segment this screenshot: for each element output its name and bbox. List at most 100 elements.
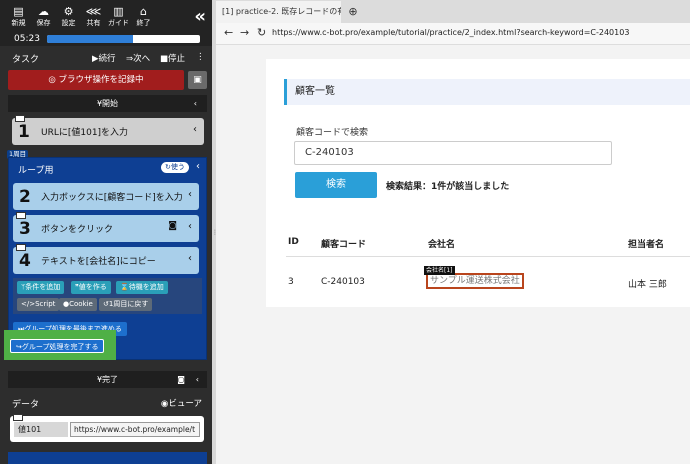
next-button[interactable]: ⇒次へ: [126, 52, 150, 64]
step-text: URLに[値101]を入力: [41, 128, 129, 138]
script-button[interactable]: </>Script: [17, 298, 60, 311]
collapse-panel-icon[interactable]: «: [194, 8, 206, 26]
cookie-label: Cookie: [69, 300, 93, 308]
step-1[interactable]: 1 URLに[値101]を入力 ‹: [12, 115, 204, 145]
browser-window: [1] practice-2. 既存レコードの有 ⊕ ← → ↻ https:/…: [216, 0, 690, 464]
next-label: 次へ: [133, 54, 151, 64]
variable-row[interactable]: 値101 https://www.c-bot.pro/example/t: [10, 414, 204, 442]
step-text: テキストを[会社名]にコピー: [41, 257, 156, 267]
group-complete-button[interactable]: ↪グループ処理を完了する: [10, 339, 105, 353]
nav-bar: ← → ↻ https://www.c-bot.pro/example/tuto…: [216, 23, 690, 45]
variable-value[interactable]: https://www.c-bot.pro/example/t: [70, 422, 200, 437]
chevron-left-icon: ‹: [193, 99, 197, 108]
gear-button[interactable]: ⚙ 設定: [56, 6, 81, 28]
new-button[interactable]: ▤ 新規: [6, 6, 31, 28]
end-label: 完了: [102, 375, 119, 384]
tab-bar: [1] practice-2. 既存レコードの有 ⊕: [216, 0, 690, 23]
forward-icon[interactable]: →: [240, 26, 249, 39]
toolbar-icons: ▤ 新規 ☁ 保存 ⚙ 設定 ⋘ 共有 ▥ ガイド ⌂ 終了: [6, 6, 156, 28]
add-condition-label: 条件を追加: [25, 283, 61, 291]
search-label: 顧客コードで検索: [296, 128, 369, 138]
chevron-left-icon: ‹: [193, 124, 197, 135]
save-icon: ☁: [38, 5, 49, 18]
continue-label: 続行: [98, 54, 116, 64]
bot-panel: ▤ 新規 ☁ 保存 ⚙ 設定 ⋘ 共有 ▥ ガイド ⌂ 終了 « 05:23 タスク ▶続行 ⇒次へ …: [0, 0, 212, 464]
image-icon[interactable]: ▣: [188, 71, 207, 89]
data-header: データ ◉ビューア: [0, 396, 212, 410]
address-bar[interactable]: https://www.c-bot.pro/example/tutorial/p…: [272, 28, 629, 37]
column-header-company: 会社名: [428, 240, 456, 250]
top-toolbar: ▤ 新規 ☁ 保存 ⚙ 設定 ⋘ 共有 ▥ ガイド ⌂ 終了 « 05:23: [0, 0, 212, 46]
cell-code: C-240103: [321, 277, 365, 287]
cookie-button[interactable]: ●Cookie: [59, 298, 97, 311]
viewer-button[interactable]: ◉ビューア: [161, 397, 202, 409]
step-number: 2: [19, 187, 31, 207]
search-result-text: 検索結果：1件が該当しました: [386, 182, 510, 192]
add-wait-button[interactable]: ⌛待機を追加: [116, 281, 168, 294]
chevron-left-icon: ‹: [195, 375, 199, 384]
record-icon: ◎: [48, 75, 56, 85]
stop-icon: ■: [160, 54, 169, 64]
guide-button[interactable]: ▥ ガイド: [106, 6, 131, 28]
hourglass-icon: ⌛: [120, 283, 129, 291]
step-number: 3: [19, 219, 31, 239]
new-icon: ▤: [13, 5, 24, 18]
section-title: 顧客一覧: [284, 79, 690, 105]
toolbar-label: 設定: [61, 19, 76, 27]
chevron-left-icon: ‹: [188, 221, 192, 232]
end-bar[interactable]: ¥完了 ◙ ‹: [8, 371, 207, 388]
variable-name: 値101: [14, 422, 68, 437]
step-number: 1: [18, 122, 30, 142]
record-browser-button[interactable]: ◎ ブラウザ操作を記録中: [8, 70, 184, 90]
page-content: 顧客一覧 顧客コードで検索 C-240103 検索 検索結果：1件が該当しました…: [216, 45, 690, 464]
cell-company-highlighted[interactable]: サンプル運送株式会社: [426, 273, 524, 289]
customer-card: 顧客一覧 顧客コードで検索 C-240103 検索 検索結果：1件が該当しました…: [266, 59, 690, 307]
chevron-left-icon: ‹: [188, 189, 192, 200]
exit-button[interactable]: ⌂ 終了: [131, 6, 156, 28]
loop-title: ループ用: [18, 166, 54, 176]
camera-icon[interactable]: ◙: [177, 371, 185, 388]
task-label: タスク: [12, 55, 40, 65]
reload-icon[interactable]: ↻: [257, 26, 266, 39]
timer: 05:23: [14, 34, 40, 44]
group-complete-label: グループ処理を完了する: [21, 343, 99, 351]
loop-header[interactable]: ループ用 ↻使う ‹: [9, 158, 206, 177]
task-header: タスク ▶続行 ⇒次へ ■停止 ⋮: [0, 50, 212, 66]
add-condition-button[interactable]: ᛘ条件を追加: [17, 281, 65, 294]
continue-button[interactable]: ▶続行: [92, 52, 116, 64]
search-button[interactable]: 検索: [295, 172, 377, 198]
back-icon[interactable]: ←: [224, 26, 233, 39]
step-4[interactable]: 4 テキストを[会社名]にコピー ‹: [13, 244, 199, 274]
variable-tag-icon: [13, 414, 23, 421]
toolbar-label: 保存: [36, 19, 51, 27]
browser-tab[interactable]: [1] practice-2. 既存レコードの有: [216, 1, 341, 23]
step-3[interactable]: 3 ボタンをクリック ◙ ‹: [13, 212, 199, 242]
loop-use-label: 使う: [170, 163, 185, 171]
toolbar-label: ガイド: [108, 19, 129, 27]
make-value-button[interactable]: ❞値を作る: [71, 281, 111, 294]
step-2[interactable]: 2 入力ボックスに[顧客コード]を入力 ‹: [13, 183, 199, 210]
share-icon: ⋘: [85, 5, 102, 18]
start-bar[interactable]: ¥開始 ‹: [8, 95, 207, 112]
chevron-left-icon: ‹: [196, 161, 200, 172]
progress-bar: [47, 35, 200, 43]
screen: ▤ 新規 ☁ 保存 ⚙ 設定 ⋘ 共有 ▥ ガイド ⌂ 終了 « 05:23 タスク ▶続行 ⇒次へ …: [0, 0, 690, 464]
exit-icon: ⌂: [140, 5, 147, 18]
viewer-label: ビューア: [168, 399, 202, 409]
loop-use-badge[interactable]: ↻使う: [161, 162, 189, 173]
column-header-code: 顧客コード: [321, 240, 367, 250]
search-input[interactable]: C-240103: [294, 141, 612, 165]
save-button[interactable]: ☁ 保存: [31, 6, 56, 28]
new-tab-icon[interactable]: ⊕: [344, 3, 362, 21]
back-to-first-button[interactable]: ↺1周目に戻す: [99, 298, 153, 311]
stop-button[interactable]: ■停止: [160, 52, 185, 64]
more-menu-icon[interactable]: ⋮: [196, 52, 205, 62]
script-label: Script: [35, 300, 56, 308]
tool-buttons: ᛘ条件を追加 ❞値を作る ⌛待機を追加 </>Script ●Cookie ↺1…: [13, 278, 202, 314]
code-icon: </>: [21, 300, 36, 308]
column-header-person: 担当者名: [628, 240, 665, 250]
share-button[interactable]: ⋘ 共有: [81, 6, 106, 28]
chevron-left-icon: ‹: [188, 253, 192, 264]
step-text: ボタンをクリック: [41, 225, 114, 235]
camera-icon[interactable]: ◙: [168, 221, 177, 231]
